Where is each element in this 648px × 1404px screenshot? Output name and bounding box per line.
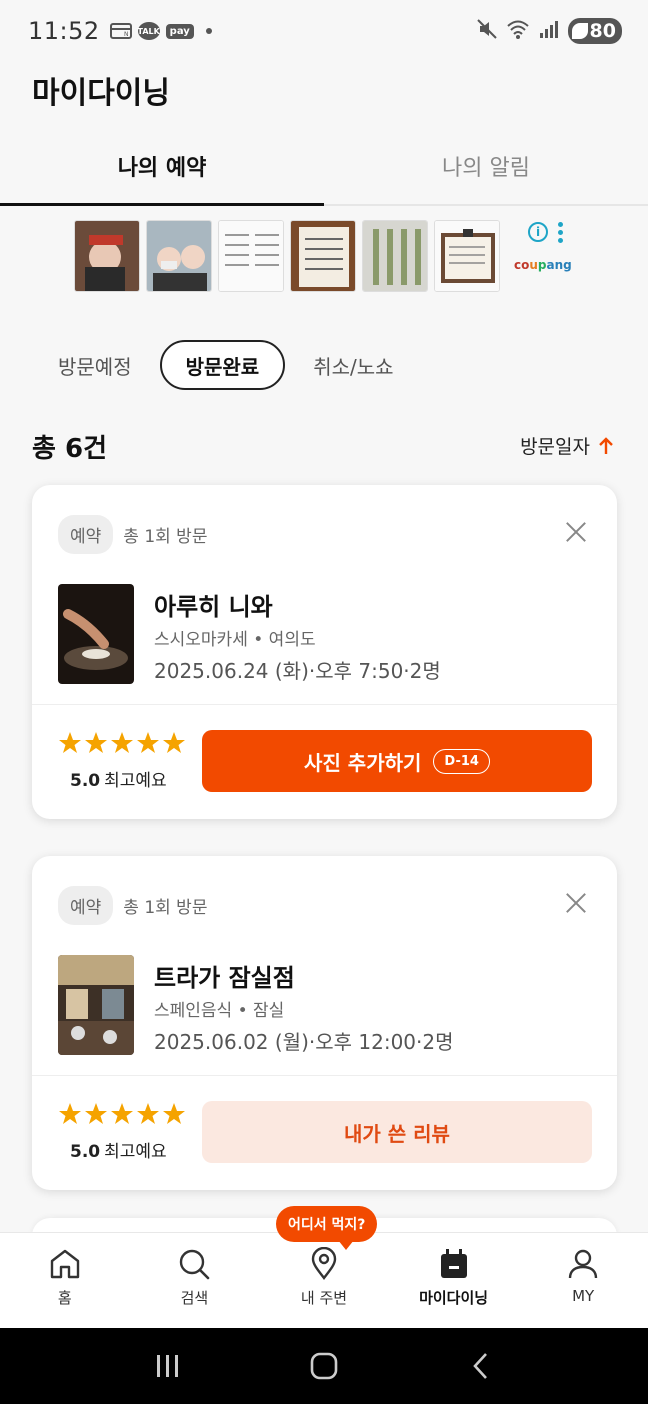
svg-text:N: N	[124, 31, 129, 38]
more-notifications-dot-icon	[205, 28, 212, 34]
page-title: 마이다이닝	[32, 76, 170, 111]
close-icon[interactable]	[565, 892, 587, 914]
tab-my-reservations[interactable]: 나의 예약	[0, 128, 324, 206]
sort-label: 방문일자	[520, 436, 590, 458]
restaurant-name[interactable]: 트라가 잠실점	[154, 958, 295, 993]
sort-button[interactable]: 방문일자	[520, 432, 614, 459]
restaurant-photo[interactable]	[58, 955, 134, 1055]
back-icon[interactable]	[460, 1346, 500, 1386]
home-icon	[50, 1249, 79, 1279]
star-icon	[137, 1103, 159, 1124]
star-icon	[163, 1103, 185, 1124]
nav-my-label: MY	[572, 1287, 595, 1305]
ad-meta: i coupang	[514, 220, 574, 292]
divider	[32, 1075, 617, 1076]
system-navigation-bar	[0, 1328, 648, 1404]
nav-search[interactable]: 검색	[130, 1233, 260, 1328]
my-review-button[interactable]: 내가 쓴 리뷰	[202, 1101, 592, 1163]
info-icon[interactable]: i	[528, 222, 548, 242]
filter-completed[interactable]: 방문완료	[159, 340, 286, 390]
reservation-badge: 예약	[58, 886, 114, 925]
rating-stars	[58, 731, 186, 755]
reservation-datetime: 2025.06.24 (화)·오후 7:50·2명	[154, 659, 441, 683]
recent-apps-icon[interactable]	[148, 1346, 188, 1386]
nav-search-label: 검색	[180, 1289, 209, 1307]
restaurant-photo[interactable]	[58, 584, 134, 684]
tab-my-notifications[interactable]: 나의 알림	[324, 128, 648, 204]
visit-count: 총 1회 방문	[123, 527, 208, 547]
bottom-navigation: 홈 검색 내 주변 마이다이닝 MY	[0, 1232, 648, 1328]
ad-thumbnail[interactable]	[74, 220, 140, 292]
divider	[32, 704, 617, 705]
nav-nearby-label: 내 주변	[300, 1289, 348, 1307]
ad-brand-logo: coupang	[514, 258, 572, 272]
person-icon	[568, 1249, 598, 1279]
battery-saver-icon	[571, 23, 588, 39]
star-icon	[137, 732, 159, 753]
home-button-icon[interactable]	[304, 1346, 344, 1386]
kakaotalk-icon: TALK	[138, 22, 160, 40]
status-time: 11:52	[28, 17, 100, 45]
nav-home[interactable]: 홈	[0, 1233, 130, 1328]
signal-icon	[538, 19, 560, 43]
battery-indicator: 80	[567, 18, 622, 44]
visit-status-filter: 방문예정 방문완료 취소/노쇼	[40, 340, 412, 390]
nearby-tooltip[interactable]: 어디서 먹지?	[276, 1206, 378, 1250]
rating-summary: 5.0 최고예요	[70, 1142, 167, 1162]
nav-home-label: 홈	[57, 1289, 72, 1307]
calendar-icon	[440, 1249, 467, 1278]
visit-count: 총 1회 방문	[123, 898, 208, 918]
reservation-badge: 예약	[58, 515, 114, 554]
nav-my-dining-label: 마이다이닝	[419, 1289, 489, 1307]
tab-bar: 나의 예약 나의 알림	[0, 128, 648, 206]
nav-nearby[interactable]: 내 주변	[259, 1233, 389, 1328]
location-pin-icon	[311, 1247, 337, 1280]
star-icon	[111, 732, 133, 753]
more-vertical-icon[interactable]	[558, 222, 564, 244]
restaurant-category: 스페인음식 • 잠실	[154, 1001, 285, 1021]
ad-banner[interactable]	[74, 220, 500, 292]
ad-thumbnail[interactable]	[290, 220, 356, 292]
ad-thumbnail[interactable]	[434, 220, 500, 292]
rating-stars	[58, 1102, 186, 1126]
reservation-card[interactable]: 예약 총 1회 방문 아루히 니와 스시오마카세 • 여의도 2025.06.2…	[32, 485, 617, 819]
reservation-count: 총 6건	[32, 434, 107, 464]
nav-my-dining[interactable]: 마이다이닝	[389, 1233, 519, 1328]
add-photo-label: 사진 추가하기	[304, 750, 422, 775]
status-bar: 11:52 N TALK pay 80	[0, 0, 648, 62]
card-notification-icon: N	[109, 22, 132, 40]
star-icon	[59, 1103, 81, 1124]
reservation-datetime: 2025.06.02 (월)·오후 12:00·2명	[154, 1030, 454, 1054]
star-icon	[59, 732, 81, 753]
search-icon	[180, 1249, 210, 1280]
star-icon	[163, 732, 185, 753]
ad-thumbnail[interactable]	[218, 220, 284, 292]
status-notification-icons: N TALK pay	[109, 22, 212, 40]
rating-summary: 5.0 최고예요	[70, 771, 167, 791]
filter-upcoming[interactable]: 방문예정	[40, 340, 150, 390]
status-system-icons: 80	[476, 18, 622, 44]
restaurant-name[interactable]: 아루히 니와	[154, 587, 273, 622]
filter-cancelled-noshow[interactable]: 취소/노쇼	[295, 340, 411, 390]
add-photo-button[interactable]: 사진 추가하기 D-14	[202, 730, 592, 792]
close-icon[interactable]	[565, 521, 587, 543]
ad-thumbnail[interactable]	[362, 220, 428, 292]
nav-my[interactable]: MY	[518, 1233, 648, 1328]
card-header: 예약 총 1회 방문	[58, 886, 207, 925]
restaurant-category: 스시오마카세 • 여의도	[154, 630, 316, 650]
arrow-up-icon	[599, 436, 613, 454]
star-icon	[85, 732, 107, 753]
dday-badge: D-14	[433, 748, 490, 774]
battery-level: 80	[589, 20, 616, 42]
reservation-card[interactable]: 예약 총 1회 방문 트라가 잠실점 스페인음식 • 잠실 2025.06.02…	[32, 856, 617, 1190]
ad-thumbnail[interactable]	[146, 220, 212, 292]
kakaopay-icon: pay	[165, 23, 194, 39]
mute-icon	[476, 18, 498, 44]
star-icon	[111, 1103, 133, 1124]
wifi-icon	[506, 18, 530, 44]
star-icon	[85, 1103, 107, 1124]
card-header: 예약 총 1회 방문	[58, 515, 207, 554]
